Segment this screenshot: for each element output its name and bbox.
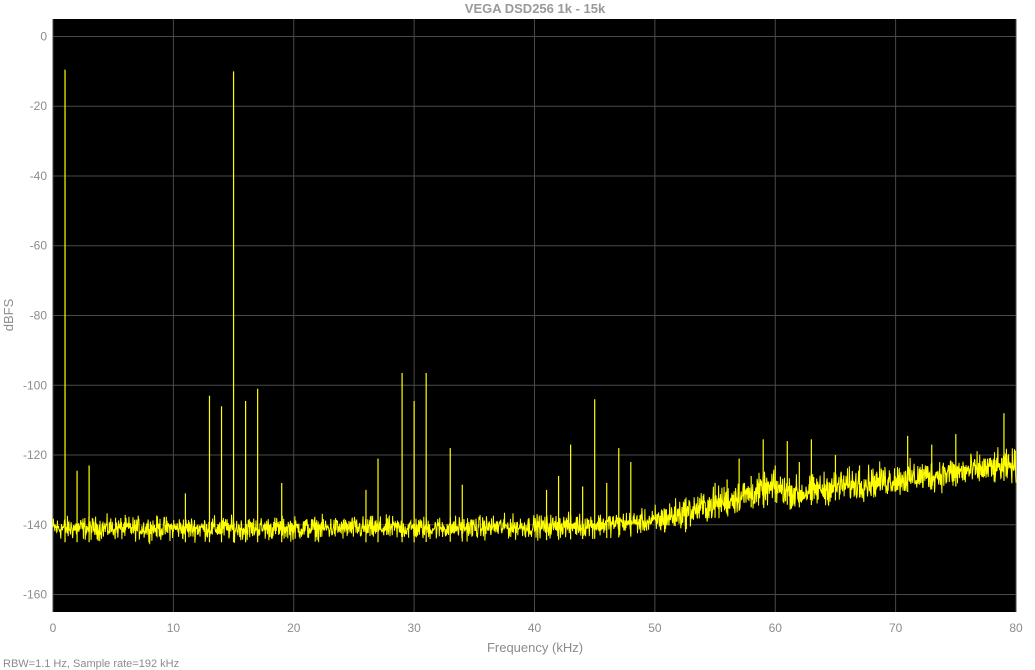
x-tick-label: 10 xyxy=(167,621,181,635)
y-tick-label: -160 xyxy=(23,588,47,602)
y-tick-label: -20 xyxy=(30,99,48,113)
chart-title: VEGA DSD256 1k - 15k xyxy=(465,1,606,16)
y-tick-label: -100 xyxy=(23,378,47,392)
y-axis-label: dBFS xyxy=(1,298,16,331)
x-tick-label: 20 xyxy=(287,621,301,635)
x-axis-label: Frequency (kHz) xyxy=(487,640,583,655)
y-tick-label: -40 xyxy=(30,169,48,183)
spectrum-chart: VEGA DSD256 1k - 15k 0 10 20 30 40 50 60 70 80 0… xyxy=(0,0,1035,670)
x-tick-label: 80 xyxy=(1009,621,1023,635)
y-tick-label: -140 xyxy=(23,518,47,532)
y-tick-label: -60 xyxy=(30,239,48,253)
footer-note: RBW=1.1 Hz, Sample rate=192 kHz xyxy=(3,658,179,670)
x-tick-label: 50 xyxy=(648,621,662,635)
x-tick-label: 60 xyxy=(769,621,783,635)
x-tick-labels: 0 10 20 30 40 50 60 70 80 xyxy=(50,621,1023,635)
x-tick-label: 70 xyxy=(889,621,903,635)
chart-svg: VEGA DSD256 1k - 15k 0 10 20 30 40 50 60 70 80 0… xyxy=(1,1,1023,670)
x-tick-label: 30 xyxy=(407,621,421,635)
y-tick-label: -80 xyxy=(30,309,48,323)
y-tick-labels: 0 -20 -40 -60 -80 -100 -120 -140 -160 xyxy=(23,29,47,601)
y-tick-label: -120 xyxy=(23,448,47,462)
x-tick-label: 40 xyxy=(528,621,542,635)
x-tick-label: 0 xyxy=(50,621,57,635)
y-tick-label: 0 xyxy=(40,29,47,43)
